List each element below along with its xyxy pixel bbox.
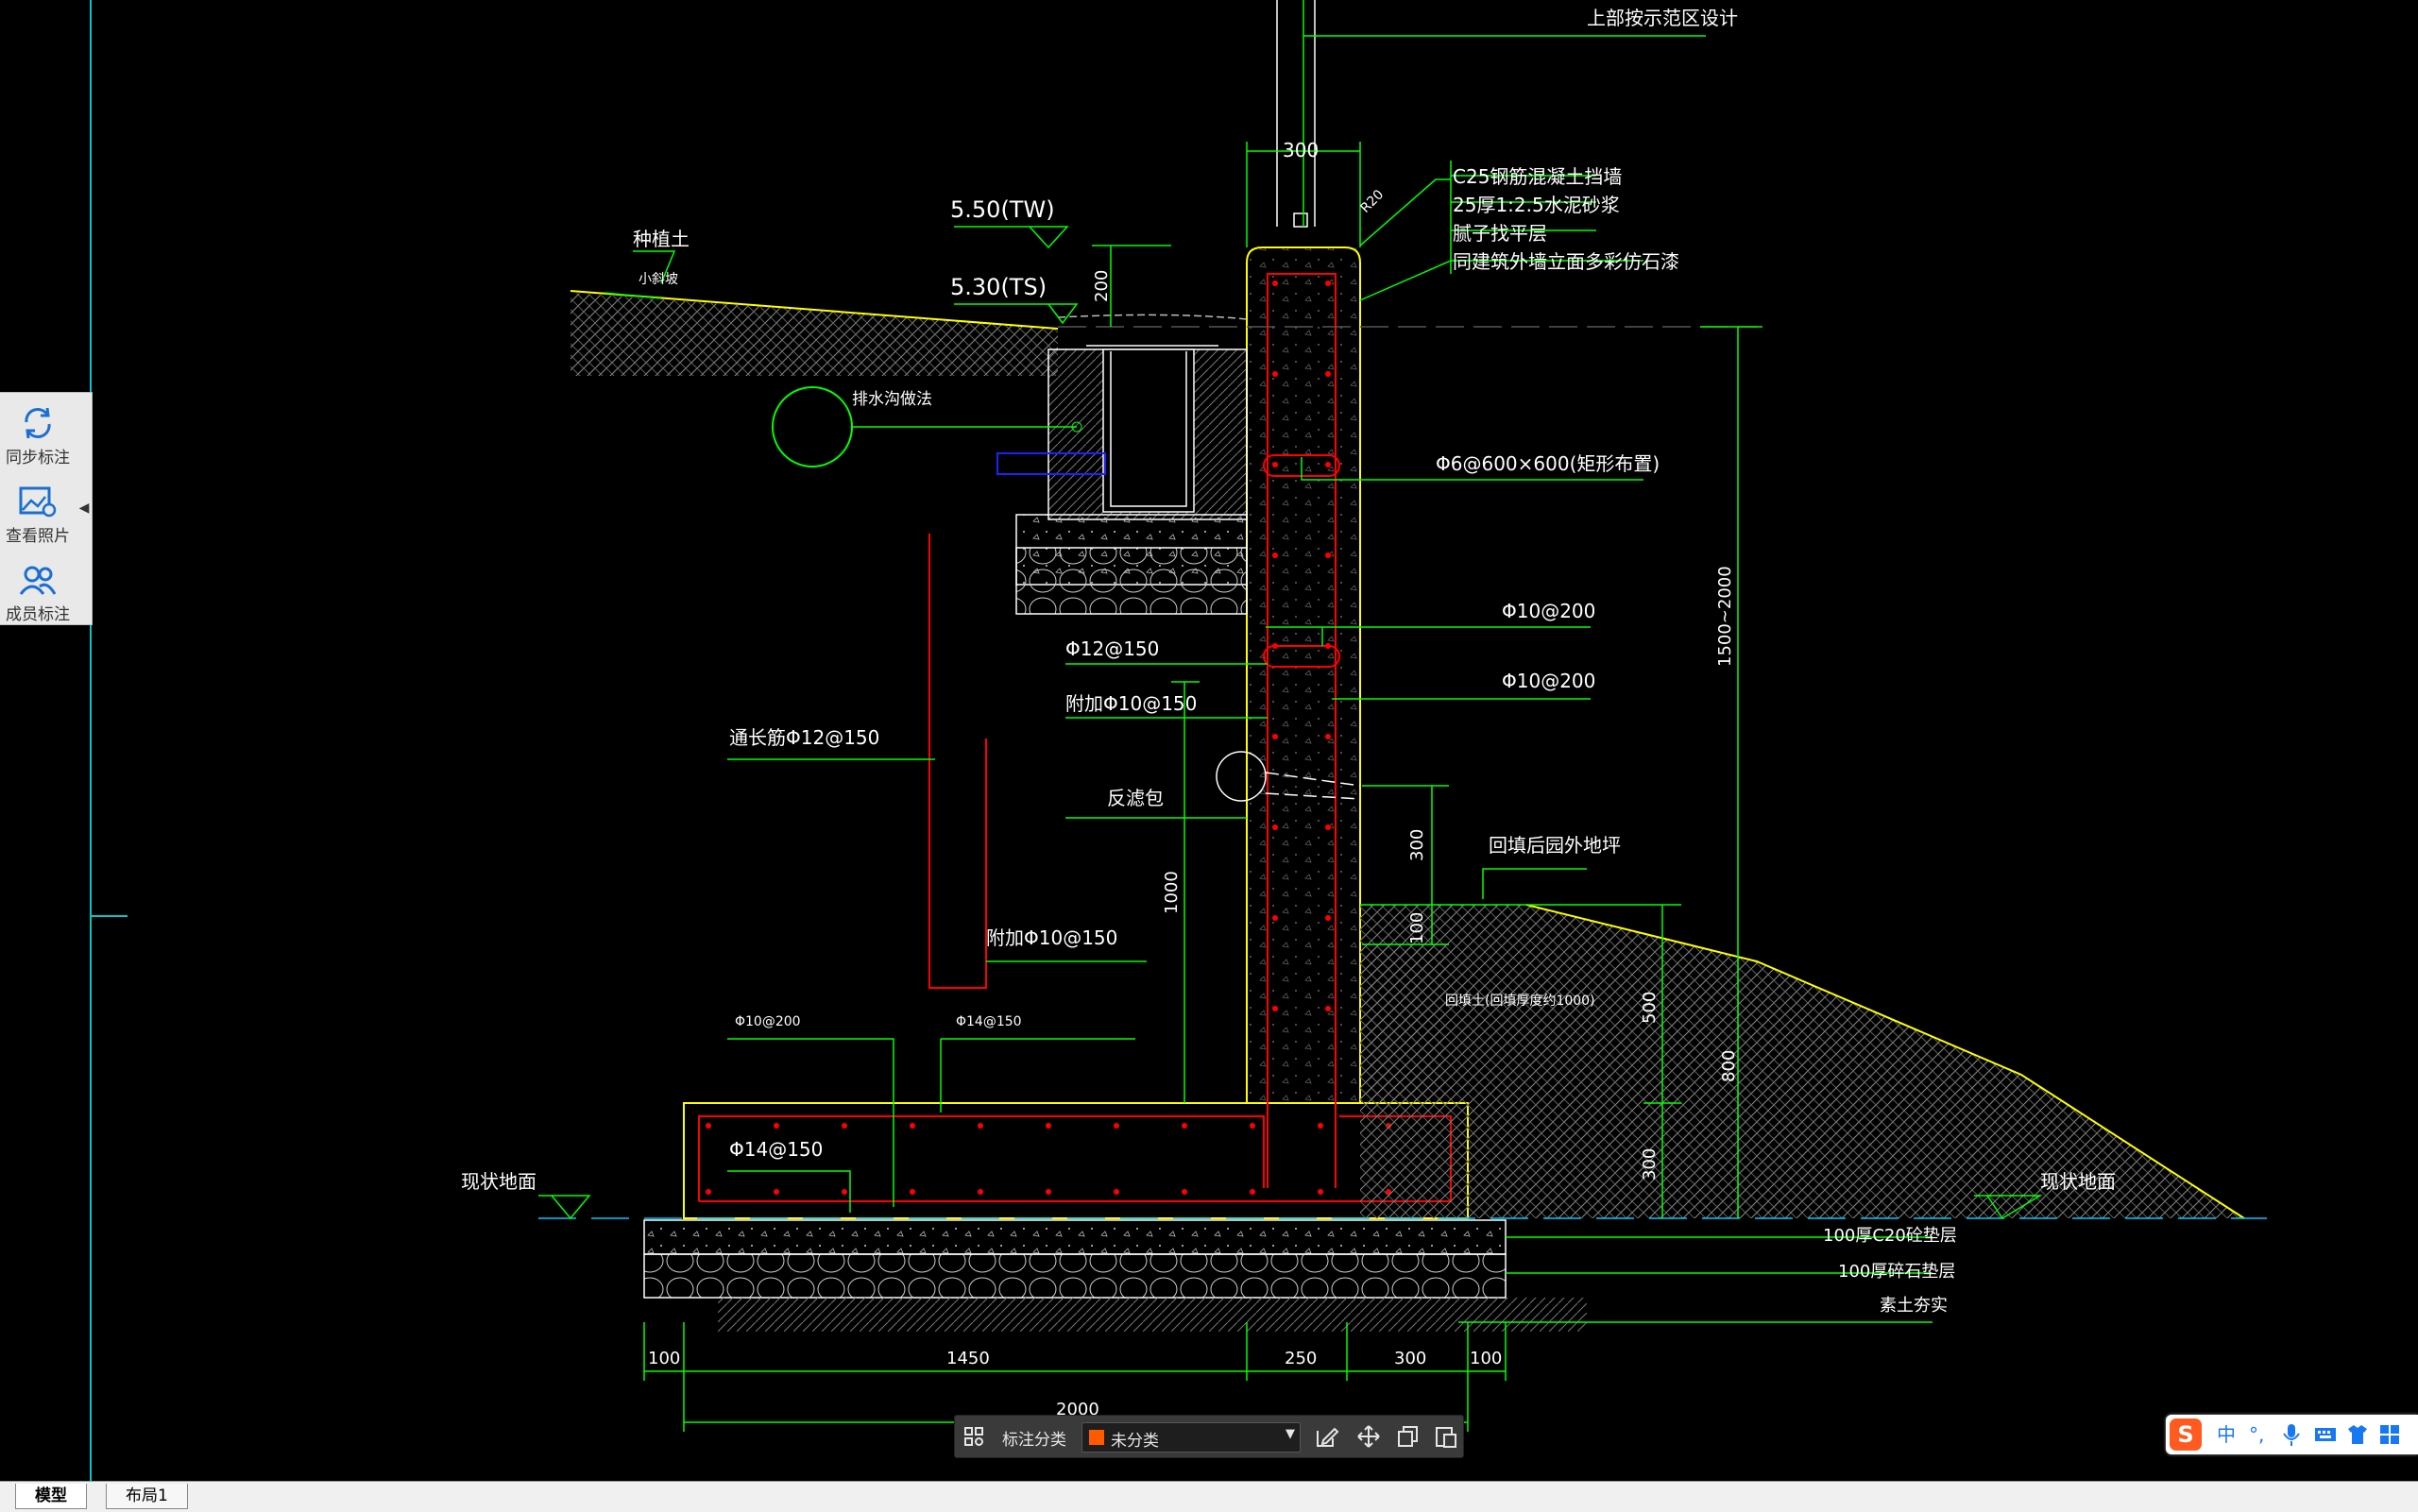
annotation-toolbar: 标注分类 未分类 ▼ bbox=[954, 1415, 1464, 1458]
tab-layout1[interactable]: 布局1 bbox=[106, 1484, 188, 1509]
rebar-long12-label: 通长筋Φ12@150 bbox=[729, 726, 879, 749]
skin-icon[interactable] bbox=[2345, 1422, 2370, 1447]
move-icon[interactable] bbox=[1355, 1423, 1382, 1450]
rebar-add10-label: 附加Φ10@150 bbox=[1065, 692, 1197, 715]
drain-detail-label: 排水沟做法 bbox=[852, 390, 932, 409]
sync-annotation-label: 同步标注 bbox=[6, 449, 70, 467]
dim-1000: 1000 bbox=[1162, 871, 1182, 914]
dim-100: 100 bbox=[1407, 912, 1427, 944]
planting-soil-label: 种植土 bbox=[633, 228, 690, 250]
existing-ground-label: 现状地面 bbox=[2040, 1170, 2116, 1193]
dim-200: 200 bbox=[1092, 270, 1112, 302]
cad-canvas[interactable]: 上部按示范区设计 300 R20 C25钢筋混凝土挡墙 25厚1:2.5水泥砂浆… bbox=[0, 0, 2418, 1512]
footing-rebar-label: Φ14@150 bbox=[729, 1138, 823, 1161]
top-note: 上部按示范区设计 bbox=[1587, 7, 1738, 29]
note-putty: 腻子找平层 bbox=[1453, 222, 1547, 245]
rebar-add10-label: 附加Φ10@150 bbox=[986, 926, 1117, 949]
base-layers bbox=[643, 1219, 1507, 1299]
microphone-icon[interactable] bbox=[2281, 1422, 2302, 1447]
ime-mode-toggle[interactable]: 中 bbox=[2217, 1422, 2236, 1447]
filter-pack-label: 反滤包 bbox=[1107, 787, 1164, 809]
side-panel: 同步标注 查看照片 成员标注 ◀ bbox=[0, 392, 93, 625]
dim-bottom: 100 bbox=[648, 1349, 680, 1368]
layer-gravel-label: 100厚碎石垫层 bbox=[1838, 1262, 1955, 1282]
layout-tab-bar: 模型 布局1 bbox=[0, 1481, 2418, 1512]
photo-icon bbox=[19, 486, 57, 518]
rebar-phi10-label: Φ10@200 bbox=[1502, 670, 1595, 692]
dim-800: 800 bbox=[1719, 1050, 1739, 1082]
footing-rebar-label: Φ14@150 bbox=[956, 1014, 1022, 1029]
dim-bottom: 1450 bbox=[946, 1349, 990, 1368]
rebar-phi10-label: Φ10@200 bbox=[1502, 600, 1595, 622]
grid-icon[interactable] bbox=[962, 1425, 985, 1448]
rebar-phi12-label: Φ12@150 bbox=[1065, 637, 1159, 660]
ime-toolbar: S 中 °, bbox=[2166, 1415, 2418, 1454]
dim-height-range: 1500~2000 bbox=[1715, 566, 1735, 667]
wall-thickness-dim: 300 bbox=[1283, 139, 1319, 161]
chevron-down-icon: ▼ bbox=[1286, 1427, 1295, 1441]
view-photos-button[interactable]: 查看照片 bbox=[0, 476, 76, 552]
edit-icon[interactable] bbox=[1314, 1423, 1340, 1450]
elevation-tw: 5.50(TW) bbox=[950, 196, 1055, 223]
copy-icon[interactable] bbox=[1395, 1423, 1422, 1450]
dim-300: 300 bbox=[1407, 829, 1427, 861]
backfill-ground-label: 回填后园外地坪 bbox=[1489, 834, 1621, 857]
drain-callout-circle bbox=[772, 386, 853, 467]
toolbox-icon[interactable] bbox=[2377, 1422, 2402, 1447]
category-color-swatch bbox=[1089, 1430, 1104, 1445]
footing-rebar-label: Φ10@200 bbox=[735, 1014, 801, 1029]
dim-bottom: 300 bbox=[1394, 1349, 1426, 1368]
elevation-ts: 5.30(TS) bbox=[950, 274, 1047, 300]
annotation-category-label: 标注分类 bbox=[1002, 1431, 1066, 1450]
layer-c20-label: 100厚C20砼垫层 bbox=[1823, 1226, 1957, 1246]
category-selected-value: 未分类 bbox=[1111, 1432, 1159, 1451]
dim-500: 500 bbox=[1640, 992, 1660, 1024]
note-wall: C25钢筋混凝土挡墙 bbox=[1453, 165, 1622, 188]
dim-bottom: 100 bbox=[1470, 1349, 1502, 1368]
dim-300: 300 bbox=[1640, 1148, 1660, 1181]
keyboard-icon[interactable] bbox=[2313, 1422, 2338, 1447]
member-annotation-button[interactable]: 成员标注 bbox=[0, 554, 76, 630]
existing-ground-label: 现状地面 bbox=[461, 1170, 536, 1193]
post bbox=[1276, 0, 1316, 228]
small-slope-label: 小斜坡 bbox=[639, 272, 678, 287]
sync-icon bbox=[25, 407, 51, 439]
collapse-panel-icon[interactable]: ◀ bbox=[78, 499, 90, 518]
view-photos-label: 查看照片 bbox=[6, 527, 70, 546]
tab-model[interactable]: 模型 bbox=[15, 1484, 87, 1509]
drain-channel bbox=[1015, 345, 1248, 615]
sogou-logo[interactable]: S bbox=[2170, 1419, 2202, 1451]
rebar-phi6-label: Φ6@600×600(矩形布置) bbox=[1436, 452, 1660, 475]
backfill-soil-label: 回填土(回填厚度约1000) bbox=[1445, 994, 1595, 1009]
note-mortar: 25厚1:2.5水泥砂浆 bbox=[1453, 194, 1620, 216]
member-annotation-label: 成员标注 bbox=[6, 605, 70, 624]
cad-drawing[interactable]: 上部按示范区设计 300 R20 C25钢筋混凝土挡墙 25厚1:2.5水泥砂浆… bbox=[0, 0, 2418, 1511]
annotation-category-select[interactable]: 未分类 ▼ bbox=[1081, 1422, 1301, 1453]
radius-dim: R20 bbox=[1358, 187, 1388, 216]
sync-annotation-button[interactable]: 同步标注 bbox=[0, 398, 76, 473]
layer-soil-label: 素土夯实 bbox=[1880, 1296, 1948, 1316]
members-icon bbox=[19, 566, 57, 595]
paste-icon[interactable] bbox=[1433, 1423, 1459, 1450]
note-paint: 同建筑外墙立面多彩仿石漆 bbox=[1453, 250, 1679, 273]
ime-punctuation-toggle[interactable]: °, bbox=[2249, 1422, 2264, 1447]
dim-bottom: 250 bbox=[1285, 1349, 1317, 1368]
